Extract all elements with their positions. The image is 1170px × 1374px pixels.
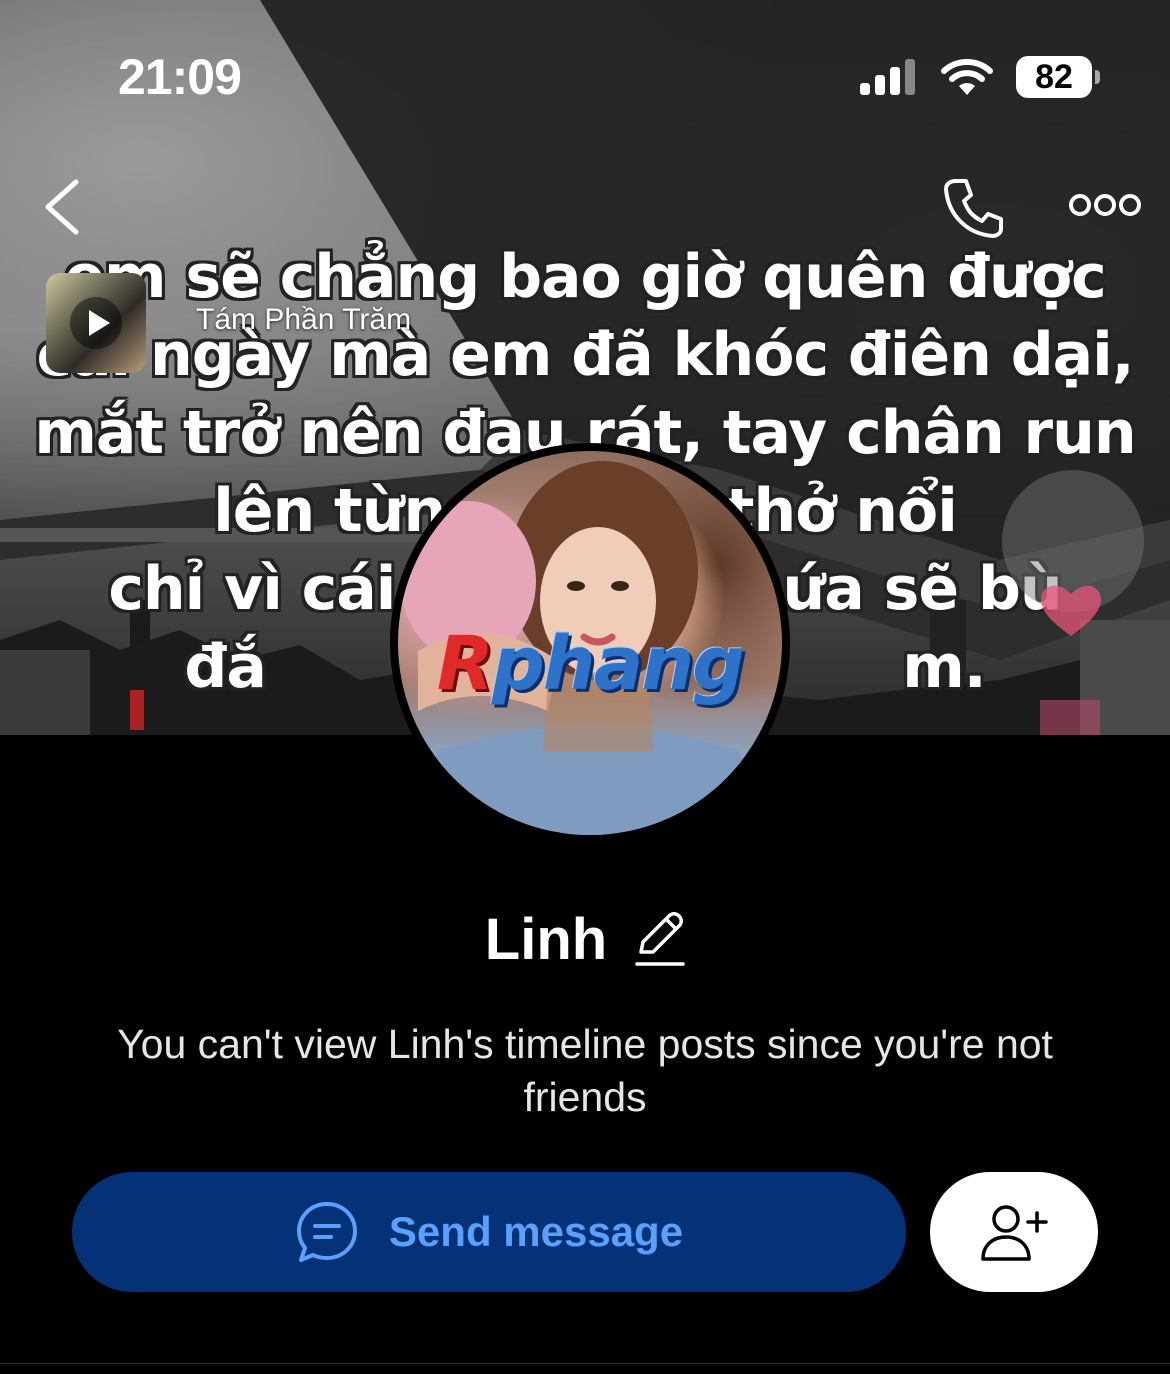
- send-message-label: Send message: [388, 1208, 684, 1255]
- watermark-logo-initial: R: [436, 621, 494, 707]
- wifi-icon: [941, 59, 993, 95]
- battery-indicator: 82: [1016, 56, 1100, 98]
- cover-caption-line: em sẽ chẳng bao giờ quên được: [64, 242, 1106, 312]
- cover-caption-line: cái ngày mà em đã khóc điên dại,: [36, 320, 1134, 390]
- music-title[interactable]: Tám Phần Trăm: [196, 303, 411, 337]
- back-chevron-icon[interactable]: [40, 178, 86, 236]
- privacy-notice: You can't view Linh's timeline posts sin…: [117, 1021, 1053, 1120]
- divider: [0, 1363, 1170, 1364]
- play-icon: [89, 310, 110, 336]
- add-friend-icon: [981, 1205, 1048, 1261]
- add-friend-button[interactable]: [930, 1172, 1098, 1292]
- heart-icon: [1041, 585, 1101, 636]
- cellular-signal-icon: [860, 59, 915, 95]
- phone-icon[interactable]: [940, 175, 1006, 241]
- profile-avatar[interactable]: Rphang: [390, 443, 790, 843]
- chat-bubble-icon: [296, 1202, 357, 1262]
- status-indicators: 82: [860, 55, 1100, 99]
- play-button[interactable]: [70, 297, 122, 349]
- watermark-logo: Rphang: [398, 621, 782, 707]
- status-time: 21:09: [118, 49, 242, 105]
- music-cover-thumbnail[interactable]: [46, 273, 146, 373]
- edit-nickname-icon[interactable]: [633, 908, 685, 970]
- watermark-logo-text: phang: [491, 621, 745, 707]
- profile-name-row: Linh: [0, 906, 1170, 973]
- send-message-button[interactable]: Send message: [72, 1172, 906, 1292]
- more-options-icon[interactable]: [1068, 188, 1142, 222]
- avatar-photo: Rphang: [398, 451, 782, 835]
- profile-name: Linh: [484, 907, 608, 972]
